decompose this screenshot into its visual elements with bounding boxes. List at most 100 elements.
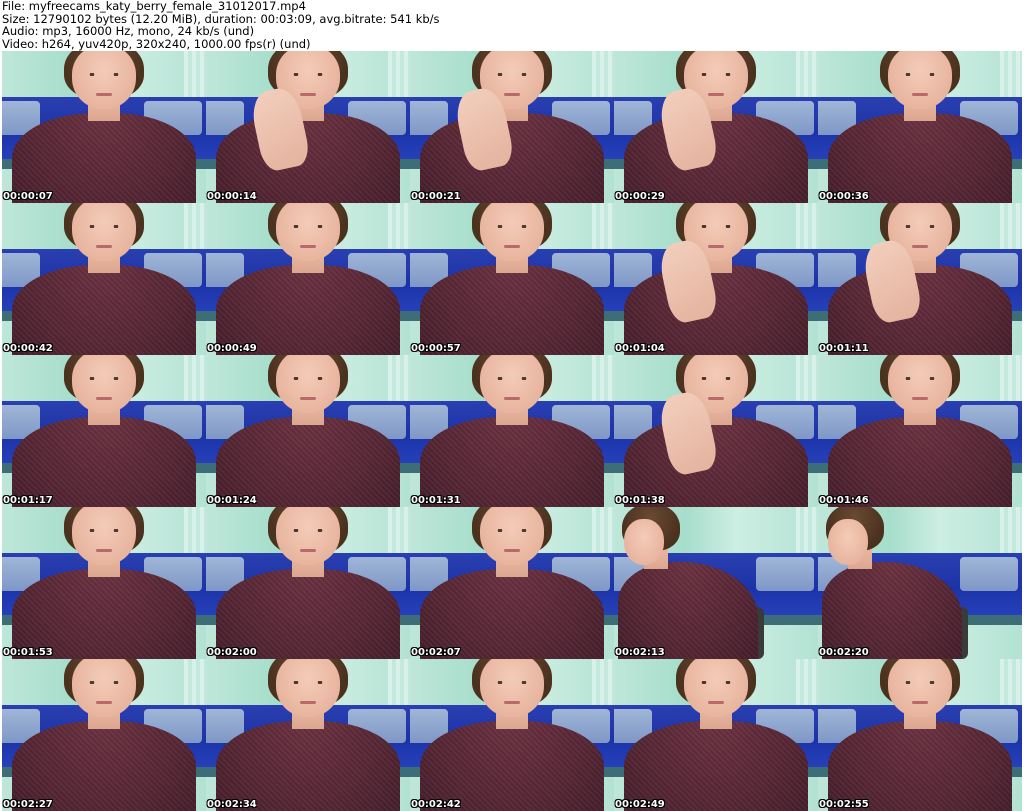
eyes — [84, 225, 124, 228]
mouth — [96, 549, 112, 552]
video-thumbnail: 00:00:21 — [410, 51, 614, 203]
mouth — [96, 701, 112, 704]
video-thumbnail: 00:00:57 — [410, 203, 614, 355]
video-thumbnail: 00:01:53 — [2, 507, 206, 659]
mouth — [504, 93, 520, 96]
sweater — [828, 113, 1012, 203]
video-info-line: Video: h264, yuv420p, 320x240, 1000.00 f… — [2, 36, 311, 51]
mouth — [96, 397, 112, 400]
file-name-line: File: myfreecams_katy_berry_female_31012… — [2, 0, 306, 13]
eyes — [84, 681, 124, 684]
timestamp-label: 00:02:07 — [411, 647, 461, 658]
face — [276, 203, 340, 261]
mouth — [504, 245, 520, 248]
timestamp-label: 00:02:55 — [819, 799, 869, 810]
eyes — [900, 681, 940, 684]
timestamp-label: 00:00:21 — [411, 191, 461, 202]
file-info-header: File: myfreecams_katy_berry_female_31012… — [2, 0, 440, 50]
mouth — [912, 701, 928, 704]
mouth — [300, 93, 316, 96]
sweater — [624, 113, 808, 203]
mouth — [300, 701, 316, 704]
video-thumbnail: 00:02:49 — [614, 659, 818, 811]
face — [276, 507, 340, 565]
eyes — [288, 377, 328, 380]
sweater — [624, 265, 808, 355]
timestamp-label: 00:02:20 — [819, 647, 869, 658]
face — [72, 51, 136, 109]
mouth — [708, 93, 724, 96]
mouth — [912, 93, 928, 96]
video-thumbnail: 00:02:07 — [410, 507, 614, 659]
face — [480, 507, 544, 565]
video-thumbnail: 00:02:27 — [2, 659, 206, 811]
face — [480, 355, 544, 413]
eyes — [492, 377, 532, 380]
sweater — [420, 417, 604, 507]
mouth — [504, 397, 520, 400]
eyes — [900, 377, 940, 380]
timestamp-label: 00:01:46 — [819, 495, 869, 506]
face — [276, 659, 340, 717]
video-thumbnail: 00:01:46 — [818, 355, 1022, 507]
face — [72, 203, 136, 261]
timestamp-label: 00:00:36 — [819, 191, 869, 202]
face — [276, 355, 340, 413]
sweater — [216, 569, 400, 659]
mouth — [96, 93, 112, 96]
timestamp-label: 00:02:13 — [615, 647, 665, 658]
eyes — [696, 377, 736, 380]
sweater — [216, 113, 400, 203]
video-thumbnail: 00:00:49 — [206, 203, 410, 355]
face — [480, 659, 544, 717]
video-thumbnail: 00:02:34 — [206, 659, 410, 811]
timestamp-label: 00:00:49 — [207, 343, 257, 354]
timestamp-label: 00:01:11 — [819, 343, 869, 354]
timestamp-label: 00:01:38 — [615, 495, 665, 506]
mouth — [300, 245, 316, 248]
audio-info-line: Audio: mp3, 16000 Hz, mono, 24 kb/s (und… — [2, 24, 255, 39]
video-thumbnail: 00:00:42 — [2, 203, 206, 355]
eyes — [288, 73, 328, 76]
timestamp-label: 00:00:42 — [3, 343, 53, 354]
mouth — [504, 701, 520, 704]
eyes — [492, 529, 532, 532]
timestamp-label: 00:00:57 — [411, 343, 461, 354]
sweater — [624, 721, 808, 811]
video-thumbnail: 00:02:55 — [818, 659, 1022, 811]
timestamp-label: 00:01:31 — [411, 495, 461, 506]
sweater — [12, 265, 196, 355]
couch-cushion — [960, 557, 1018, 591]
mouth — [504, 549, 520, 552]
video-thumbnail: 00:00:07 — [2, 51, 206, 203]
thumbnail-grid: 00:00:07 00:00:14 00:00:21 00:00:29 00:00:36… — [2, 51, 1022, 811]
timestamp-label: 00:00:14 — [207, 191, 257, 202]
sweater — [12, 721, 196, 811]
mouth — [912, 245, 928, 248]
eyes — [696, 681, 736, 684]
eyes — [84, 377, 124, 380]
eyes — [84, 529, 124, 532]
eyes — [696, 225, 736, 228]
eyes — [900, 225, 940, 228]
mouth — [300, 549, 316, 552]
video-thumbnail: 00:01:31 — [410, 355, 614, 507]
face — [888, 659, 952, 717]
sweater — [216, 721, 400, 811]
face — [624, 519, 664, 565]
sweater — [828, 417, 1012, 507]
video-thumbnail: 00:01:11 — [818, 203, 1022, 355]
sweater — [216, 265, 400, 355]
sweater — [420, 569, 604, 659]
face — [480, 203, 544, 261]
eyes — [492, 681, 532, 684]
face — [72, 659, 136, 717]
video-thumbnail: 00:01:24 — [206, 355, 410, 507]
face — [828, 519, 868, 565]
sweater — [420, 265, 604, 355]
timestamp-label: 00:01:24 — [207, 495, 257, 506]
timestamp-label: 00:02:42 — [411, 799, 461, 810]
mouth — [96, 245, 112, 248]
couch-cushion — [756, 557, 814, 591]
sweater — [12, 113, 196, 203]
